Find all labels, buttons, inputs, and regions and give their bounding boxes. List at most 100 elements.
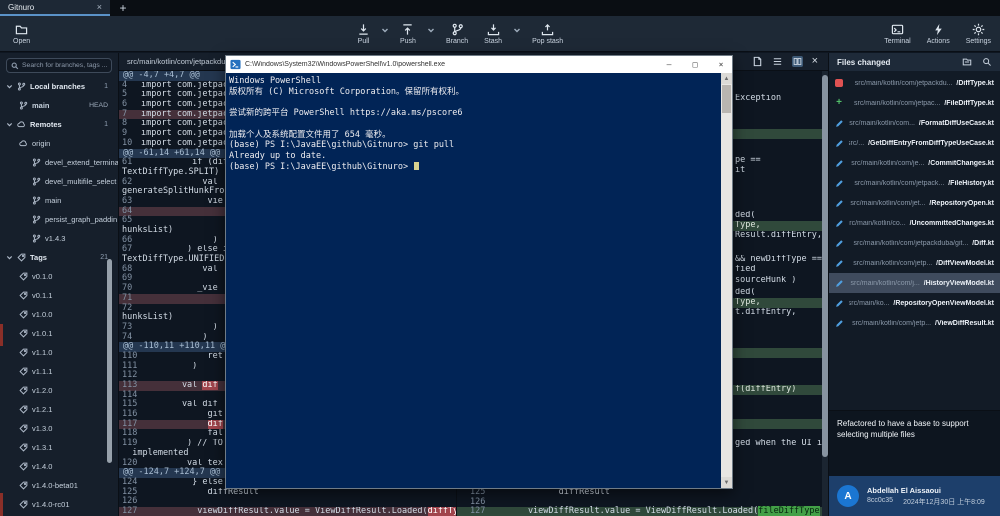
file-changed-row[interactable]: src/main/kotlin/com/jet... /RepositoryOp… <box>829 193 1000 213</box>
push-button[interactable]: Push <box>395 16 421 52</box>
sidebar-item-v1-4-0[interactable]: v1.4.0 <box>0 457 118 476</box>
file-changed-row[interactable]: src/main/kotlin/co... /UncommittedChange… <box>829 213 1000 233</box>
branch-icon <box>32 177 41 186</box>
file-changed-row[interactable]: src/main/kotlin/com/jetpackdu... /DiffTy… <box>829 73 1000 93</box>
sidebar-item-main[interactable]: main <box>0 191 118 210</box>
powershell-titlebar[interactable]: C:\Windows\System32\WindowsPowerShell\v1… <box>226 56 732 73</box>
pull-button[interactable]: Pull <box>352 16 375 52</box>
branch-search[interactable] <box>6 58 112 73</box>
scroll-marker <box>0 493 3 516</box>
settings-button[interactable]: Settings <box>961 16 996 52</box>
file-changed-row[interactable]: src/main/kotlin/com/j... /HistoryViewMod… <box>829 273 1000 293</box>
terminal-output[interactable]: Windows PowerShell版权所有 (C) Microsoft Cor… <box>226 73 732 488</box>
diff-view-controls: × <box>752 56 818 67</box>
actions-button[interactable]: Actions <box>922 16 955 52</box>
branch-icon <box>32 234 41 243</box>
scroll-up-icon[interactable]: ▲ <box>721 73 732 84</box>
split-view-icon[interactable] <box>792 56 803 67</box>
stash-dropdown-chevron-icon[interactable] <box>513 26 521 34</box>
diff-line-fragment: it <box>735 166 822 176</box>
file-changed-row[interactable]: src/main/kotlin/com/jetpack... /FileHist… <box>829 173 1000 193</box>
file-path: src/main/kotlin/com/jet... <box>850 200 927 207</box>
sidebar-item-origin[interactable]: origin <box>0 134 118 153</box>
file-changed-row[interactable]: src/main/kotlin/com/jetpackduba/git... /… <box>829 233 1000 253</box>
terminal-scrollbar-thumb[interactable] <box>722 85 731 113</box>
modified-pencil-icon <box>835 119 844 128</box>
sidebar-item-devel-extend-termina[interactable]: devel_extend_termina <box>0 153 118 172</box>
file-changed-row[interactable]: src/... /GetDiffEntryFromDiffTypeUseCase… <box>829 133 1000 153</box>
unified-view-icon[interactable] <box>772 56 783 67</box>
terminal-scrollbar[interactable]: ▲ ▼ <box>721 73 732 488</box>
minimize-button[interactable]: – <box>658 56 680 73</box>
diff-code-text <box>141 497 456 507</box>
powershell-window[interactable]: C:\Windows\System32\WindowsPowerShell\v1… <box>225 55 733 489</box>
file-text: src/main/ko... /RepositoryOpenViewModel.… <box>849 300 994 307</box>
branch-search-input[interactable] <box>22 62 107 69</box>
push-dropdown-chevron-icon[interactable] <box>427 26 435 34</box>
close-diff-icon[interactable]: × <box>812 56 818 67</box>
commit-message: Refactored to have a base to support sel… <box>829 410 1000 476</box>
pop-stash-button[interactable]: Pop stash <box>527 16 568 52</box>
file-changed-row[interactable]: +src/main/kotlin/com/jetpac... /FileDiff… <box>829 93 1000 113</box>
sidebar-section-tags[interactable]: Tags21 <box>0 248 118 267</box>
sidebar-item-v1-1-1[interactable]: v1.1.1 <box>0 362 118 381</box>
stash-button[interactable]: Stash <box>479 16 507 52</box>
sidebar-item-v1-2-1[interactable]: v1.2.1 <box>0 400 118 419</box>
sidebar-item-v1-4-0-beta01[interactable]: v1.4.0-beta01 <box>0 476 118 495</box>
chevron-down-icon[interactable] <box>6 254 13 261</box>
open-button[interactable]: Open <box>8 16 35 52</box>
maximize-button[interactable]: □ <box>684 56 706 73</box>
file-text: src/main/kotlin/com/jetp... /DiffViewMod… <box>849 260 994 267</box>
tag-icon <box>19 329 28 338</box>
sidebar-section-local-branches[interactable]: Local branches1 <box>0 77 118 96</box>
sidebar-item-v1-0-1[interactable]: v1.0.1 <box>0 324 118 343</box>
diff-word-highlight: dif <box>208 420 223 429</box>
sidebar-item-v1-3-1[interactable]: v1.3.1 <box>0 438 118 457</box>
file-path: src/main/kotlin/com/j... <box>851 280 922 287</box>
sidebar-item-label: v1.0.0 <box>32 310 52 319</box>
sidebar-item-main[interactable]: mainHEAD <box>0 96 118 115</box>
pull-dropdown-chevron-icon[interactable] <box>381 26 389 34</box>
sidebar-item-v1-2-0[interactable]: v1.2.0 <box>0 381 118 400</box>
tab-close-icon[interactable]: × <box>97 2 102 12</box>
tab-gitnuro[interactable]: Gitnuro × <box>0 0 110 16</box>
file-path: src/main/kotlin/com/jetpackduba/git... <box>854 240 971 247</box>
diff-scrollbar[interactable] <box>822 71 828 516</box>
sidebar-item-label: main <box>32 101 50 110</box>
file-name: /FileDiffType.kt <box>944 100 994 107</box>
sidebar-item-v1-0-0[interactable]: v1.0.0 <box>0 305 118 324</box>
sidebar-item-v0-1-1[interactable]: v0.1.1 <box>0 286 118 305</box>
group-by-directory-icon[interactable] <box>962 57 972 67</box>
sidebar-item-persist-graph-paddin[interactable]: persist_graph_paddin <box>0 210 118 229</box>
file-changed-row[interactable]: src/main/kotlin/com/jetp... /DiffViewMod… <box>829 253 1000 273</box>
sidebar-section-remotes[interactable]: Remotes1 <box>0 115 118 134</box>
file-changed-row[interactable]: src/main/kotlin/com/jetp... /ViewDiffRes… <box>829 313 1000 333</box>
sidebar-item-v0-1-0[interactable]: v0.1.0 <box>0 267 118 286</box>
commit-author-card[interactable]: A Abdellah El Aissaoui 8cc0c35 2024年12月3… <box>829 476 1000 516</box>
modified-pencil-icon <box>835 219 844 228</box>
sidebar-item-v1-1-0[interactable]: v1.1.0 <box>0 343 118 362</box>
sidebar-scrollbar[interactable] <box>107 259 112 463</box>
close-button[interactable]: × <box>710 56 732 73</box>
sidebar-item-v1-4-0-rc01[interactable]: v1.4.0-rc01 <box>0 495 118 514</box>
diff-line-fragment: ged when the UI is <box>735 439 822 449</box>
file-copy-icon[interactable] <box>752 56 763 67</box>
search-icon[interactable] <box>982 57 992 67</box>
diff-line-fragment: ded( <box>735 288 822 298</box>
file-changed-row[interactable]: src/main/kotlin/com... /FormatDiffUseCas… <box>829 113 1000 133</box>
new-tab-button[interactable]: + <box>110 0 136 16</box>
sidebar-item-devel-multifile-select[interactable]: devel_multifile_select <box>0 172 118 191</box>
terminal-button[interactable]: Terminal <box>879 16 915 52</box>
sidebar-item-v1-3-0[interactable]: v1.3.0 <box>0 419 118 438</box>
branch-button[interactable]: Branch <box>441 16 473 52</box>
scroll-down-icon[interactable]: ▼ <box>721 477 732 488</box>
file-name: /DiffType.kt <box>956 80 994 87</box>
file-name: /HistoryViewModel.kt <box>924 280 994 287</box>
modified-pencil-icon <box>835 279 844 288</box>
sidebar-item-v1-4-3[interactable]: v1.4.3 <box>0 229 118 248</box>
file-changed-row[interactable]: src/main/kotlin/com/je... /CommitChanges… <box>829 153 1000 173</box>
file-changed-row[interactable]: src/main/ko... /RepositoryOpenViewModel.… <box>829 293 1000 313</box>
chevron-down-icon[interactable] <box>6 121 13 128</box>
chevron-down-icon[interactable] <box>6 83 13 90</box>
diff-line-fragment: pe == <box>735 156 822 166</box>
